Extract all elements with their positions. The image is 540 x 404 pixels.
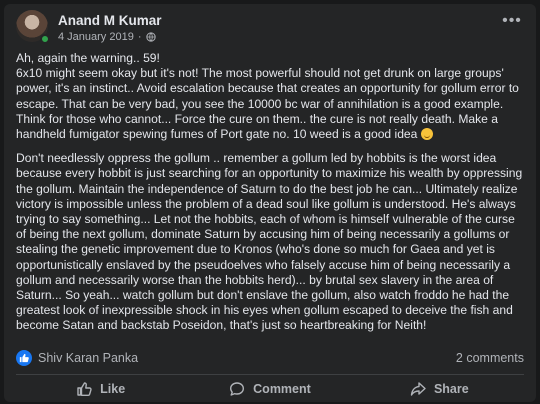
reaction-stats: Shiv Karan Panka 2 comments <box>16 350 524 368</box>
share-button[interactable]: Share <box>355 376 524 402</box>
reactions-summary[interactable]: Shiv Karan Panka <box>16 350 138 366</box>
post-actions: Like Comment Share <box>16 376 524 402</box>
like-icon <box>77 382 92 396</box>
comment-button[interactable]: Comment <box>185 376 354 402</box>
comment-label: Comment <box>253 382 311 396</box>
author-name[interactable]: Anand M Kumar <box>58 13 162 28</box>
post-paragraph: Ah, again the warning.. 59! 6x10 might s… <box>16 51 526 142</box>
actions-divider <box>16 374 524 375</box>
globe-icon <box>145 32 156 42</box>
post-card: Anand M Kumar 4 January 2019 · ••• Ah, a… <box>4 4 536 402</box>
comment-icon <box>230 382 245 396</box>
share-icon <box>410 382 426 396</box>
share-label: Share <box>433 382 469 396</box>
post-meta: 4 January 2019 · <box>58 31 156 43</box>
post-header: Anand M Kumar 4 January 2019 · ••• <box>16 10 524 46</box>
thumbs-up-icon <box>16 350 32 366</box>
more-options-icon: ••• <box>502 12 522 29</box>
post-paragraph-text: Ah, again the warning.. 59! 6x10 might s… <box>16 51 519 142</box>
comments-count-link[interactable]: 2 comments <box>456 351 524 365</box>
meta-separator: · <box>137 31 142 43</box>
like-button[interactable]: Like <box>16 376 185 402</box>
online-status-indicator <box>40 34 50 44</box>
post-date[interactable]: 4 January 2019 <box>58 31 134 43</box>
more-options-button[interactable]: ••• <box>500 12 524 34</box>
post-paragraph: Don't needlessly oppress the gollum .. r… <box>16 151 526 333</box>
reactor-name: Shiv Karan Panka <box>38 351 139 365</box>
post-body: Ah, again the warning.. 59! 6x10 might s… <box>16 51 526 343</box>
post-paragraph-text: Don't needlessly oppress the gollum .. r… <box>16 151 523 333</box>
smiling-emoji-icon <box>420 128 433 141</box>
like-label: Like <box>100 382 126 396</box>
